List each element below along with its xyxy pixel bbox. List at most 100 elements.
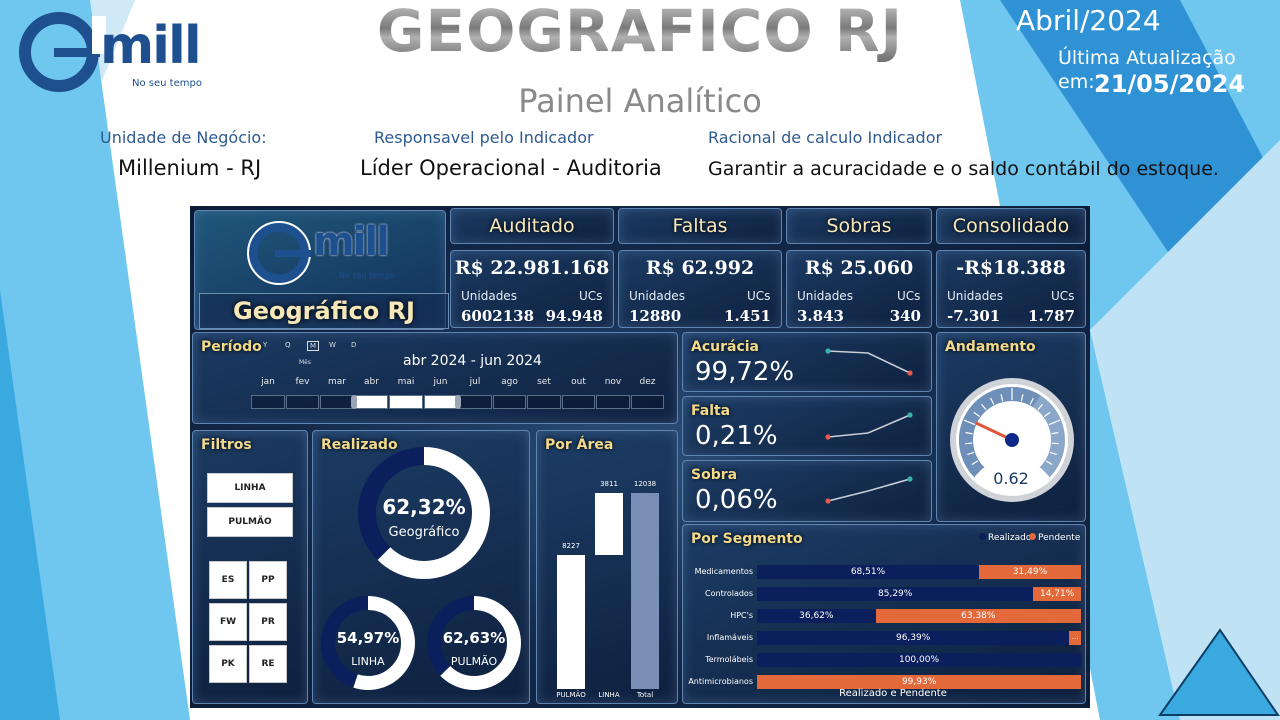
kpi-card-consolidado: -R$18.388 Unidades UCs -7.301 1.787 [936, 250, 1086, 328]
month-slot[interactable] [320, 395, 354, 409]
filter-pulmao-button[interactable]: PULMÃO [207, 507, 293, 537]
kpi-card-sobras: R$ 25.060 Unidades UCs 3.843 340 [786, 250, 932, 328]
brand-title-box: Geográfico RJ [199, 293, 449, 329]
metric-sparkline [825, 476, 913, 504]
andamento-value: 0.62 [993, 469, 1029, 488]
period-level-d[interactable]: D [351, 341, 356, 349]
kpi-ucs-label: UCs [897, 289, 921, 303]
month-label: abr [364, 377, 379, 387]
month-label: nov [604, 377, 622, 387]
filter-fw-button[interactable]: FW [209, 603, 247, 641]
segment-label: Antimicrobianos [688, 677, 753, 686]
filter-pr-button[interactable]: PR [249, 603, 287, 641]
dashboard-logo-tagline: No seu tempo [339, 271, 395, 280]
kpi-header-consolidado: Consolidado [936, 208, 1086, 244]
segment-label: HPC's [730, 611, 753, 620]
segment-realizado-value: 100,00% [898, 655, 940, 665]
realizado-linha-label: LINHA [351, 655, 385, 668]
metric-sparkline [825, 412, 913, 440]
filter-es-button[interactable]: ES [209, 561, 247, 599]
segment-pendente-value: 99,93% [901, 677, 937, 687]
brand-title: Geográfico RJ [233, 297, 415, 325]
realizado-main-value: 62,32% [382, 495, 466, 519]
legend-pendente-text: Pendente [1038, 533, 1081, 543]
month-slot[interactable] [492, 395, 526, 409]
kpi-units-label: Unidades [797, 289, 853, 303]
legend-realizado-swatch [979, 533, 986, 540]
por-area-title: Por Área [545, 437, 614, 453]
segment-pendente-value: 31,49% [1012, 567, 1048, 577]
area-bar-value: 12038 [633, 480, 657, 488]
metric-card-falta: Falta 0,21% [682, 396, 932, 456]
month-label: set [537, 377, 551, 387]
kpi-title: Auditado [489, 215, 575, 237]
month-label: Abril/2024 [1016, 4, 1161, 37]
rational-value: Garantir a acuracidade e o saldo contábi… [708, 158, 1219, 180]
segment-label: Termolábeis [705, 655, 753, 664]
metric-card-sobra: Sobra 0,06% [682, 460, 932, 522]
segment-pendente-value: ... [1071, 633, 1079, 641]
filter-pp-button[interactable]: PP [249, 561, 287, 599]
month-slot[interactable] [458, 395, 492, 409]
month-slot[interactable] [561, 395, 595, 409]
month-slot[interactable] [389, 395, 423, 409]
page-subtitle: Painel Analítico [518, 82, 762, 120]
month-label: mai [397, 377, 415, 387]
area-bar [595, 493, 623, 556]
month-slot[interactable] [423, 395, 457, 409]
kpi-header-sobras: Sobras [786, 208, 932, 244]
filter-pk-button[interactable]: PK [209, 645, 247, 683]
legend-realizado: Realizado [979, 533, 1031, 543]
area-bar [631, 493, 659, 689]
dashboard-logo-text: mill [313, 219, 390, 265]
unit-value: Millenium - RJ [118, 156, 262, 180]
kpi-units: -7.301 [947, 307, 1001, 325]
segment-realizado-value: 85,29% [878, 589, 913, 599]
month-slot[interactable] [596, 395, 630, 409]
responsible-label: Responsavel pelo Indicador [374, 128, 594, 147]
period-slider-handle-left[interactable] [350, 395, 357, 409]
andamento-panel: Andamento 0.62 [936, 332, 1086, 522]
period-level-w[interactable]: W [329, 341, 336, 349]
filter-re-button[interactable]: RE [249, 645, 287, 683]
page-title: GEOGRAFICO RJ [360, 0, 920, 62]
segment-label: Inflamáveis [706, 633, 753, 642]
month-slot[interactable] [251, 395, 285, 409]
dashboard: mill No seu tempo Geográfico RJ Auditado… [190, 206, 1090, 708]
month-slot[interactable] [285, 395, 319, 409]
realizado-main-label: Geográfico [388, 525, 460, 540]
por-segmento-panel: Por Segmento Realizado Pendente Medicame… [682, 524, 1086, 704]
segment-pendente-value: 63,38% [961, 611, 996, 621]
period-level-y[interactable]: Y [263, 341, 267, 349]
realizado-pulmao-label: PULMÃO [450, 655, 498, 668]
filters-title: Filtros [201, 437, 252, 453]
period-slider-handle-right[interactable] [455, 395, 461, 409]
metric-value: 0,21% [695, 421, 778, 451]
kpi-ucs-label: UCs [747, 289, 771, 303]
segment-label: Medicamentos [694, 567, 753, 576]
period-level-m[interactable]: M [307, 341, 320, 351]
month-slot[interactable] [527, 395, 561, 409]
kpi-card-auditado: R$ 22.981.168 Unidades UCs 6002138 94.948 [450, 250, 614, 328]
period-range: abr 2024 - jun 2024 [403, 353, 542, 369]
brand-panel: mill No seu tempo Geográfico RJ [194, 210, 449, 330]
unit-label: Unidade de Negócio: [100, 128, 267, 147]
metric-title: Falta [691, 403, 731, 419]
month-label: out [571, 377, 586, 387]
kpi-units-label: Unidades [947, 289, 1003, 303]
filter-linha-button[interactable]: LINHA [207, 473, 293, 503]
kpi-ucs: 1.451 [724, 307, 771, 325]
kpi-title: Sobras [826, 215, 892, 237]
month-slot[interactable] [354, 395, 388, 409]
month-label: jan [261, 377, 275, 387]
metric-sparkline [825, 348, 913, 376]
kpi-units: 3.843 [797, 307, 844, 325]
area-bar-value: 3811 [600, 480, 618, 488]
period-level-q[interactable]: Q [285, 341, 291, 349]
period-panel: Período Y Q M W D Mês abr 2024 - jun 2024 ja… [192, 332, 678, 424]
metric-title: Acurácia [691, 339, 759, 355]
kpi-ucs: 340 [889, 307, 921, 325]
legend-realizado-text: Realizado [988, 533, 1032, 543]
month-slot[interactable] [630, 395, 664, 409]
month-label: fev [295, 377, 310, 387]
